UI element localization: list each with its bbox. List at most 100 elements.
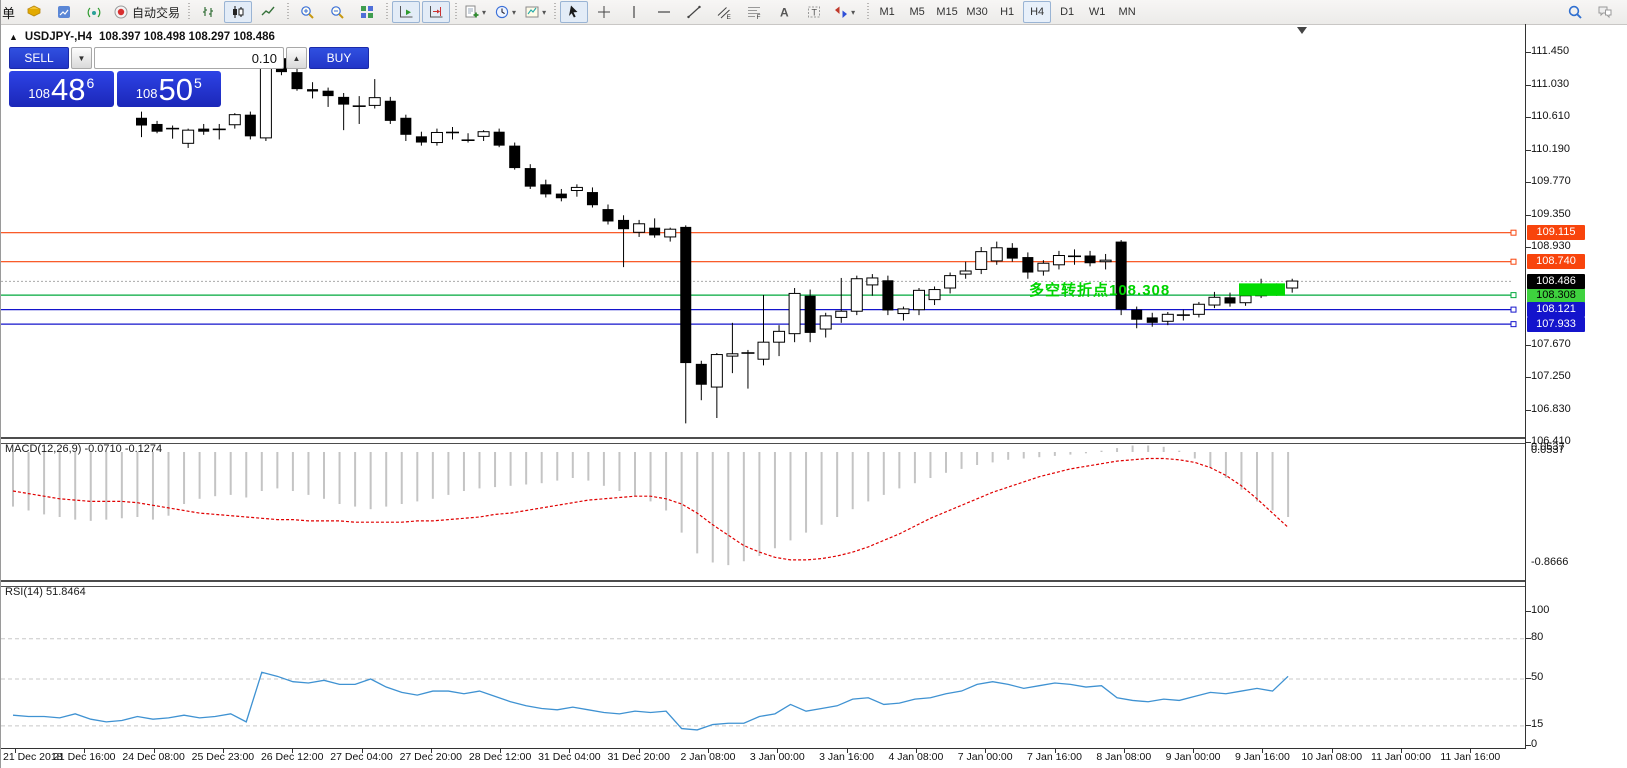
chart-window-icon[interactable] bbox=[50, 1, 78, 23]
collapse-arrow-icon[interactable]: ▲ bbox=[9, 32, 18, 42]
sell-price-pips: 48 bbox=[51, 75, 85, 105]
price-line-badge: 108.121 bbox=[1527, 302, 1585, 317]
time-axis-label: 28 Dec 12:00 bbox=[466, 751, 534, 763]
buy-price-pips: 50 bbox=[158, 75, 192, 105]
toolbar-grip bbox=[186, 3, 191, 21]
timeframe-w1-button[interactable]: W1 bbox=[1083, 1, 1111, 23]
zoom-out-icon[interactable] bbox=[323, 1, 351, 23]
time-axis-label: 9 Jan 16:00 bbox=[1228, 751, 1296, 763]
horizontal-line-icon[interactable] bbox=[650, 1, 678, 23]
sell-button[interactable]: SELL bbox=[9, 47, 69, 69]
svg-text:E: E bbox=[727, 14, 732, 20]
timeframe-h1-button[interactable]: H1 bbox=[993, 1, 1021, 23]
price-line-badge: 108.740 bbox=[1527, 254, 1585, 269]
market-book-icon[interactable] bbox=[20, 1, 48, 23]
timeframe-m5-button[interactable]: M5 bbox=[903, 1, 931, 23]
macd-chart[interactable] bbox=[1, 442, 1525, 579]
time-axis-label: 11 Jan 16:00 bbox=[1436, 751, 1504, 763]
cursor-icon[interactable] bbox=[560, 1, 588, 23]
toolbar-grip bbox=[552, 3, 557, 21]
autotrade-button[interactable]: 自动交易 bbox=[110, 1, 183, 23]
price-axis-line[interactable] bbox=[1525, 24, 1526, 748]
ohlc-readout: 108.397 108.498 108.297 108.486 bbox=[99, 31, 275, 43]
bar-chart-icon[interactable] bbox=[194, 1, 222, 23]
time-axis-label: 31 Dec 04:00 bbox=[535, 751, 603, 763]
time-axis-label: 7 Jan 16:00 bbox=[1021, 751, 1089, 763]
sell-price-button[interactable]: 108 48 6 bbox=[9, 71, 114, 107]
time-axis-label: 26 Dec 12:00 bbox=[258, 751, 326, 763]
time-axis-label: 27 Dec 04:00 bbox=[328, 751, 396, 763]
time-axis-label: 8 Jan 08:00 bbox=[1090, 751, 1158, 763]
toolbar-grip bbox=[453, 3, 458, 21]
price-axis-label: 109.350 bbox=[1531, 208, 1571, 220]
price-axis-label: 111.450 bbox=[1531, 45, 1569, 57]
trendline-icon[interactable] bbox=[680, 1, 708, 23]
periods-icon[interactable]: ▾ bbox=[491, 1, 519, 23]
line-chart-icon[interactable] bbox=[254, 1, 282, 23]
chart-title: ▲ USDJPY-,H4 108.397 108.498 108.297 108… bbox=[9, 31, 275, 43]
macd-axis-label: 0.0537 bbox=[1531, 444, 1565, 456]
buy-button[interactable]: BUY bbox=[309, 47, 369, 69]
sell-price-point: 6 bbox=[86, 75, 94, 91]
timeframe-m1-button[interactable]: M1 bbox=[873, 1, 901, 23]
crosshair-icon[interactable] bbox=[590, 1, 618, 23]
price-chart[interactable] bbox=[1, 24, 1525, 437]
chart-shift-marker bbox=[1297, 27, 1307, 34]
rsi-axis-label: 100 bbox=[1531, 604, 1549, 616]
price-axis-label: 109.770 bbox=[1531, 175, 1571, 187]
shapes-icon[interactable]: ▾ bbox=[830, 1, 858, 23]
timeframe-d1-button[interactable]: D1 bbox=[1053, 1, 1081, 23]
toolbar-right bbox=[1560, 1, 1627, 23]
price-line-badge: 107.933 bbox=[1527, 317, 1585, 332]
signal-icon[interactable] bbox=[80, 1, 108, 23]
rsi-axis-label: 15 bbox=[1531, 718, 1543, 730]
one-click-trading-panel: SELL ▼ ▲ BUY 108 48 6 108 50 5 bbox=[9, 47, 221, 107]
timeframe-mn-button[interactable]: MN bbox=[1113, 1, 1141, 23]
timeframe-h4-button[interactable]: H4 bbox=[1023, 1, 1051, 23]
time-axis-label: 31 Dec 20:00 bbox=[605, 751, 673, 763]
timeframe-buttons: M1M5M15M30H1H4D1W1MN bbox=[863, 1, 1142, 23]
zoom-in-icon[interactable] bbox=[293, 1, 321, 23]
sell-price-figure: 108 bbox=[28, 86, 50, 101]
text-label-icon[interactable]: T bbox=[800, 1, 828, 23]
timeframe-m30-button[interactable]: M30 bbox=[963, 1, 991, 23]
rsi-axis-label: 50 bbox=[1531, 671, 1543, 683]
fibonacci-icon[interactable]: F bbox=[740, 1, 768, 23]
search-icon[interactable] bbox=[1561, 1, 1589, 23]
tile-windows-icon[interactable] bbox=[353, 1, 381, 23]
panel-splitter[interactable] bbox=[1, 437, 1525, 444]
time-axis-label: 27 Dec 20:00 bbox=[397, 751, 465, 763]
new-order-button[interactable]: 单 bbox=[2, 3, 15, 22]
symbol-period-label: USDJPY-,H4 bbox=[25, 31, 92, 43]
buy-price-button[interactable]: 108 50 5 bbox=[117, 71, 222, 107]
price-axis-label: 111.030 bbox=[1531, 78, 1569, 90]
toolbar-grip bbox=[865, 3, 870, 21]
svg-text:F: F bbox=[757, 14, 761, 20]
time-axis-label: 2 Jan 08:00 bbox=[674, 751, 742, 763]
macd-label: MACD(12,26,9) -0.0710 -0.1274 bbox=[5, 443, 162, 455]
price-axis-label: 106.830 bbox=[1531, 403, 1571, 415]
chart-shift-icon[interactable] bbox=[422, 1, 450, 23]
equidistant-channel-icon[interactable]: E bbox=[710, 1, 738, 23]
volume-increase-button[interactable]: ▲ bbox=[286, 47, 307, 69]
price-axis-label: 107.670 bbox=[1531, 338, 1571, 350]
toolbar-buttons: 自动交易▾▾▾EFAT▾ bbox=[19, 1, 859, 23]
volume-input[interactable] bbox=[94, 47, 284, 69]
time-axis-label: 10 Jan 08:00 bbox=[1298, 751, 1366, 763]
price-axis-label: 110.610 bbox=[1531, 110, 1570, 122]
vertical-line-icon[interactable] bbox=[620, 1, 648, 23]
price-axis-label: 110.190 bbox=[1531, 143, 1570, 155]
text-icon[interactable]: A bbox=[770, 1, 798, 23]
chat-icon[interactable] bbox=[1591, 1, 1619, 23]
price-axis-label: 107.250 bbox=[1531, 370, 1571, 382]
timeframe-m15-button[interactable]: M15 bbox=[933, 1, 961, 23]
volume-decrease-button[interactable]: ▼ bbox=[71, 47, 92, 69]
templates-icon[interactable]: ▾ bbox=[521, 1, 549, 23]
panel-splitter[interactable] bbox=[1, 580, 1525, 587]
candlestick-chart-icon[interactable] bbox=[224, 1, 252, 23]
new-chart-icon[interactable]: ▾ bbox=[461, 1, 489, 23]
time-axis-line[interactable] bbox=[1, 748, 1526, 749]
rsi-axis-label: 0 bbox=[1531, 738, 1537, 750]
autoscroll-icon[interactable] bbox=[392, 1, 420, 23]
rsi-chart[interactable] bbox=[1, 585, 1525, 748]
